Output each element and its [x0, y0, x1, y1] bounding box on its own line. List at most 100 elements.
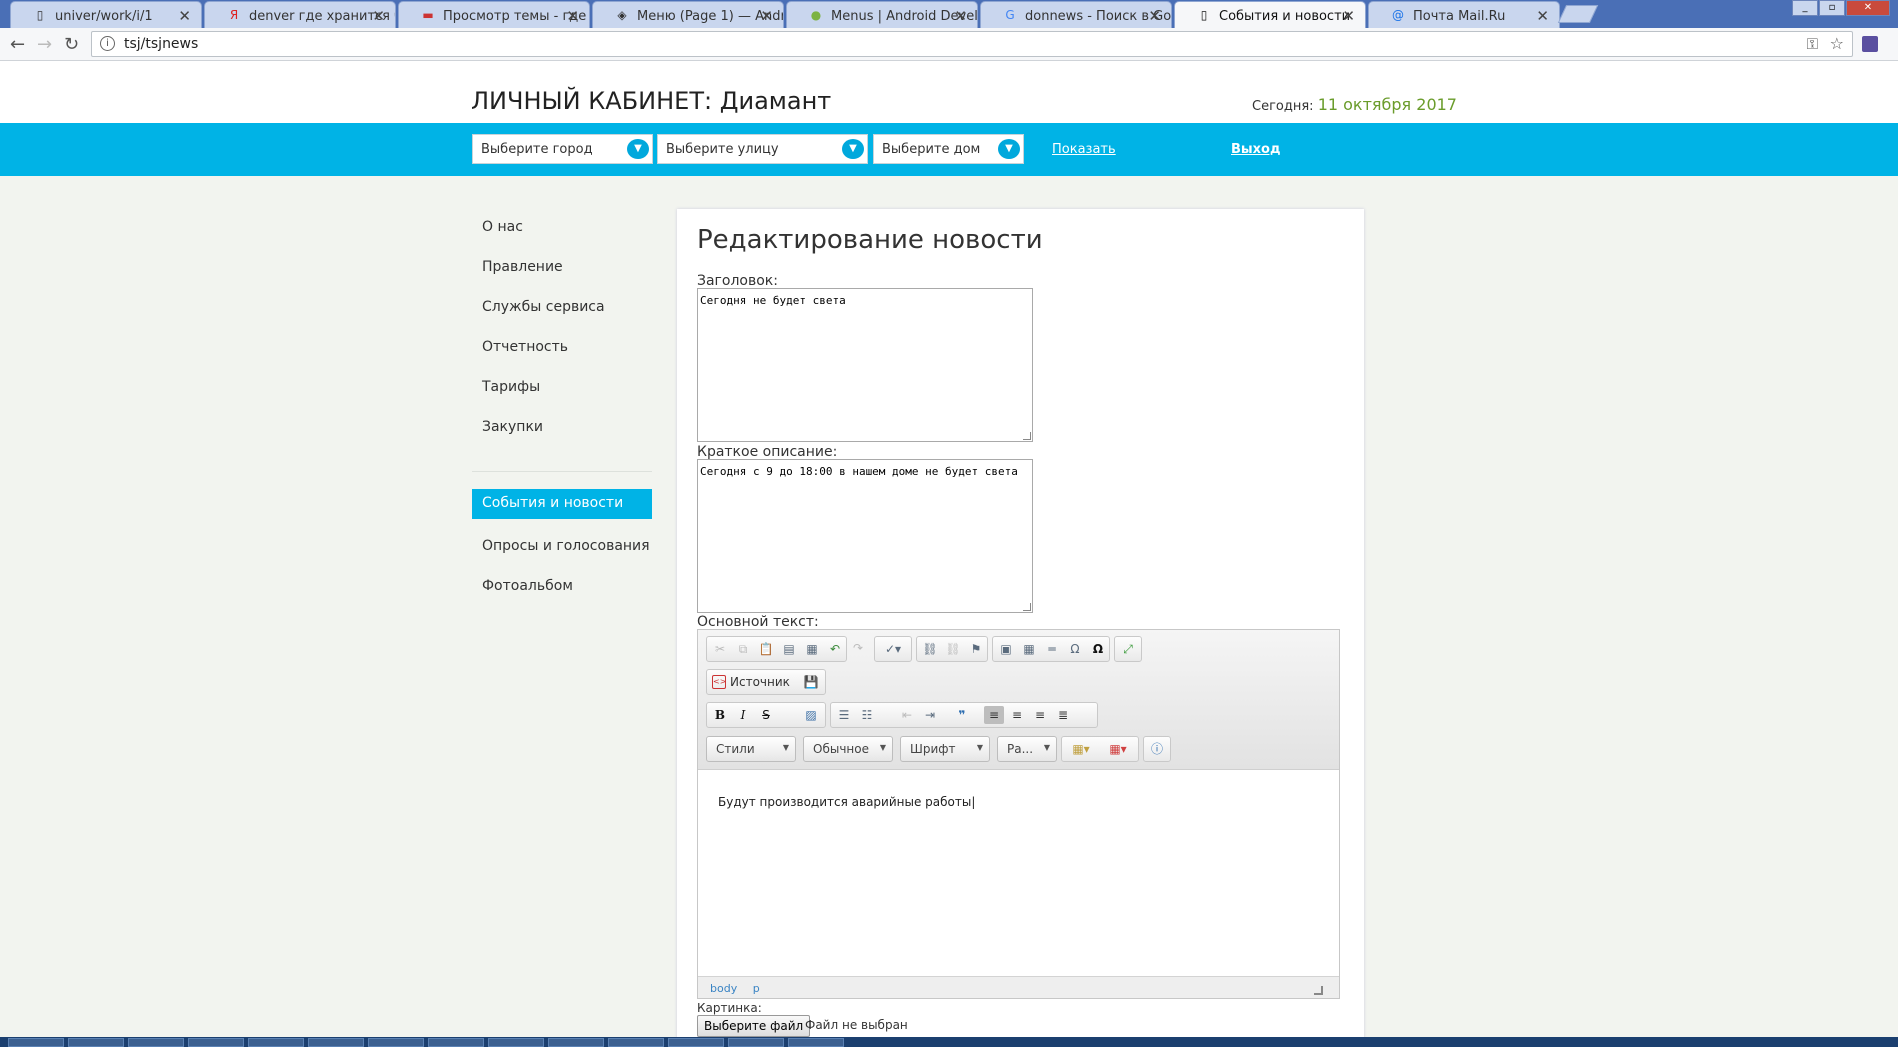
sidebar-item-photos[interactable]: Фотоальбом — [472, 566, 652, 606]
minimize-icon[interactable]: _ — [1792, 0, 1818, 16]
close-tab-icon[interactable]: ✕ — [760, 7, 773, 25]
path-item-body[interactable]: body — [710, 982, 737, 995]
bulleted-list-icon[interactable]: ☷ — [857, 706, 877, 724]
close-tab-icon[interactable]: ✕ — [1342, 7, 1355, 25]
resize-grip-icon[interactable] — [1023, 432, 1031, 440]
table-icon[interactable]: ▦ — [1019, 640, 1039, 658]
window-close-icon[interactable]: ✕ — [1846, 0, 1890, 16]
strikethrough-icon[interactable]: S — [756, 706, 776, 724]
logout-link[interactable]: Выход — [1231, 142, 1280, 157]
taskbar-item[interactable] — [788, 1038, 844, 1047]
taskbar-item[interactable] — [128, 1038, 184, 1047]
browser-tab[interactable]: ▬Просмотр темы - где хр✕ — [398, 1, 590, 28]
image-icon[interactable]: ▣ — [996, 640, 1016, 658]
browser-tab[interactable]: ● Menus | Android Develop ✕ — [786, 1, 978, 28]
new-tab-button[interactable] — [1557, 5, 1599, 23]
size-combo[interactable]: Ра... ▼ — [997, 736, 1057, 762]
paste-word-icon[interactable]: ▦ — [802, 640, 822, 658]
browser-tab[interactable]: Яdenver где хранится бд ✕ — [204, 1, 396, 28]
path-item-p[interactable]: p — [753, 982, 760, 995]
align-justify-icon[interactable]: ≣ — [1053, 706, 1073, 724]
bold-icon[interactable]: B — [710, 706, 730, 724]
city-select[interactable]: Выберите город ▼ — [472, 134, 653, 164]
browser-tab[interactable]: Gdonnews - Поиск в Goo ✕ — [980, 1, 1172, 28]
sidebar-item-purchases[interactable]: Закупки — [472, 407, 652, 447]
special-char-icon[interactable]: Ω — [1065, 640, 1085, 658]
align-right-icon[interactable]: ≡ — [1030, 706, 1050, 724]
source-button[interactable]: <> Источник — [708, 673, 790, 691]
resize-grip-icon[interactable] — [1023, 603, 1031, 611]
anchor-flag-icon[interactable]: ⚑ — [966, 640, 986, 658]
editor-content[interactable]: Будут производится аварийные работы| — [718, 795, 975, 809]
editor-resize-grip-icon[interactable] — [1314, 986, 1323, 995]
taskbar-item[interactable] — [308, 1038, 364, 1047]
address-bar[interactable]: i tsj/tsjnews ⚿ ☆ — [91, 31, 1853, 57]
link-icon[interactable]: ⛓ — [920, 640, 940, 658]
paste-text-icon[interactable]: ▤ — [779, 640, 799, 658]
taskbar-item[interactable] — [368, 1038, 424, 1047]
maximize-icon[interactable]: ▫ — [1819, 0, 1845, 16]
sidebar-item-news[interactable]: События и новости — [472, 489, 652, 519]
reload-icon[interactable]: ↻ — [64, 34, 79, 55]
close-tab-icon[interactable]: ✕ — [1536, 7, 1549, 25]
forward-arrow-icon[interactable]: → — [37, 34, 52, 55]
sidebar-item-board[interactable]: Правление — [472, 247, 652, 287]
title-textarea[interactable]: Сегодня не будет света — [697, 288, 1033, 442]
taskbar-item[interactable] — [68, 1038, 124, 1047]
horizontal-rule-icon[interactable]: ═ — [1042, 640, 1062, 658]
paste-icon[interactable]: 📋 — [756, 640, 776, 658]
street-select[interactable]: Выберите улицу ▼ — [657, 134, 868, 164]
back-arrow-icon[interactable]: ← — [10, 34, 25, 55]
text-color-icon[interactable]: ▦▾ — [1065, 740, 1097, 758]
taskbar-item[interactable] — [668, 1038, 724, 1047]
key-icon[interactable]: ⚿ — [1807, 35, 1818, 53]
sidebar-item-polls[interactable]: Опросы и голосования — [472, 526, 652, 566]
close-tab-icon[interactable]: ✕ — [178, 7, 191, 25]
browser-tab[interactable]: ◈ Меню (Page 1) — Andro ✕ — [592, 1, 784, 28]
unlink-icon[interactable]: ⛓ — [943, 640, 963, 658]
indent-icon[interactable]: ⇥ — [920, 706, 940, 724]
spellcheck-icon[interactable]: ✓▾ — [878, 640, 908, 658]
numbered-list-icon[interactable]: ☰ — [834, 706, 854, 724]
styles-combo[interactable]: Стили ▼ — [706, 736, 796, 762]
taskbar-item[interactable] — [188, 1038, 244, 1047]
special-char-bold-icon[interactable]: Ω — [1088, 640, 1108, 658]
font-combo[interactable]: Шрифт ▼ — [900, 736, 990, 762]
maximize-editor-icon[interactable]: ⤢ — [1118, 640, 1138, 658]
bookmark-star-icon[interactable]: ☆ — [1830, 34, 1844, 53]
outdent-icon[interactable]: ⇤ — [897, 706, 917, 724]
close-tab-icon[interactable]: ✕ — [954, 7, 967, 25]
redo-icon[interactable]: ↷ — [848, 639, 868, 657]
start-button[interactable] — [8, 1038, 64, 1047]
close-tab-icon[interactable]: ✕ — [1148, 7, 1161, 25]
browser-tab-active[interactable]: ▯ События и новости ✕ — [1174, 1, 1366, 28]
browser-tab[interactable]: ▯ univer/work/i/1 ✕ — [10, 1, 202, 28]
browser-tab[interactable]: @ Почта Mail.Ru ✕ — [1368, 1, 1560, 28]
save-icon[interactable]: 💾 — [801, 673, 821, 691]
align-center-icon[interactable]: ≡ — [1007, 706, 1027, 724]
sidebar-item-reports[interactable]: Отчетность — [472, 327, 652, 367]
info-icon[interactable]: i — [100, 36, 115, 51]
sidebar-item-services[interactable]: Службы сервиса — [472, 287, 652, 327]
undo-icon[interactable]: ↶ — [825, 640, 845, 658]
house-select[interactable]: Выберите дом ▼ — [873, 134, 1024, 164]
align-left-icon[interactable]: ≡ — [984, 706, 1004, 724]
table-color-icon[interactable]: ▦▾ — [1102, 740, 1134, 758]
close-tab-icon[interactable]: ✕ — [372, 7, 385, 25]
summary-textarea[interactable]: Сегодня с 9 до 18:00 в нашем доме не буд… — [697, 459, 1033, 613]
italic-icon[interactable]: I — [733, 706, 753, 724]
taskbar-item[interactable] — [488, 1038, 544, 1047]
blockquote-icon[interactable]: ❞ — [952, 706, 972, 724]
extension-icon[interactable] — [1862, 36, 1878, 52]
taskbar-item[interactable] — [608, 1038, 664, 1047]
taskbar-item[interactable] — [728, 1038, 784, 1047]
format-combo[interactable]: Обычное ▼ — [803, 736, 893, 762]
sidebar-item-about[interactable]: О нас — [472, 207, 652, 247]
sidebar-item-tariffs[interactable]: Тарифы — [472, 367, 652, 407]
taskbar-item[interactable] — [248, 1038, 304, 1047]
info-icon[interactable]: ⓘ — [1147, 740, 1167, 758]
taskbar-item[interactable] — [428, 1038, 484, 1047]
choose-file-button[interactable]: Выберите файл — [697, 1015, 811, 1037]
cut-icon[interactable]: ✂ — [710, 640, 730, 658]
show-link[interactable]: Показать — [1052, 142, 1116, 157]
